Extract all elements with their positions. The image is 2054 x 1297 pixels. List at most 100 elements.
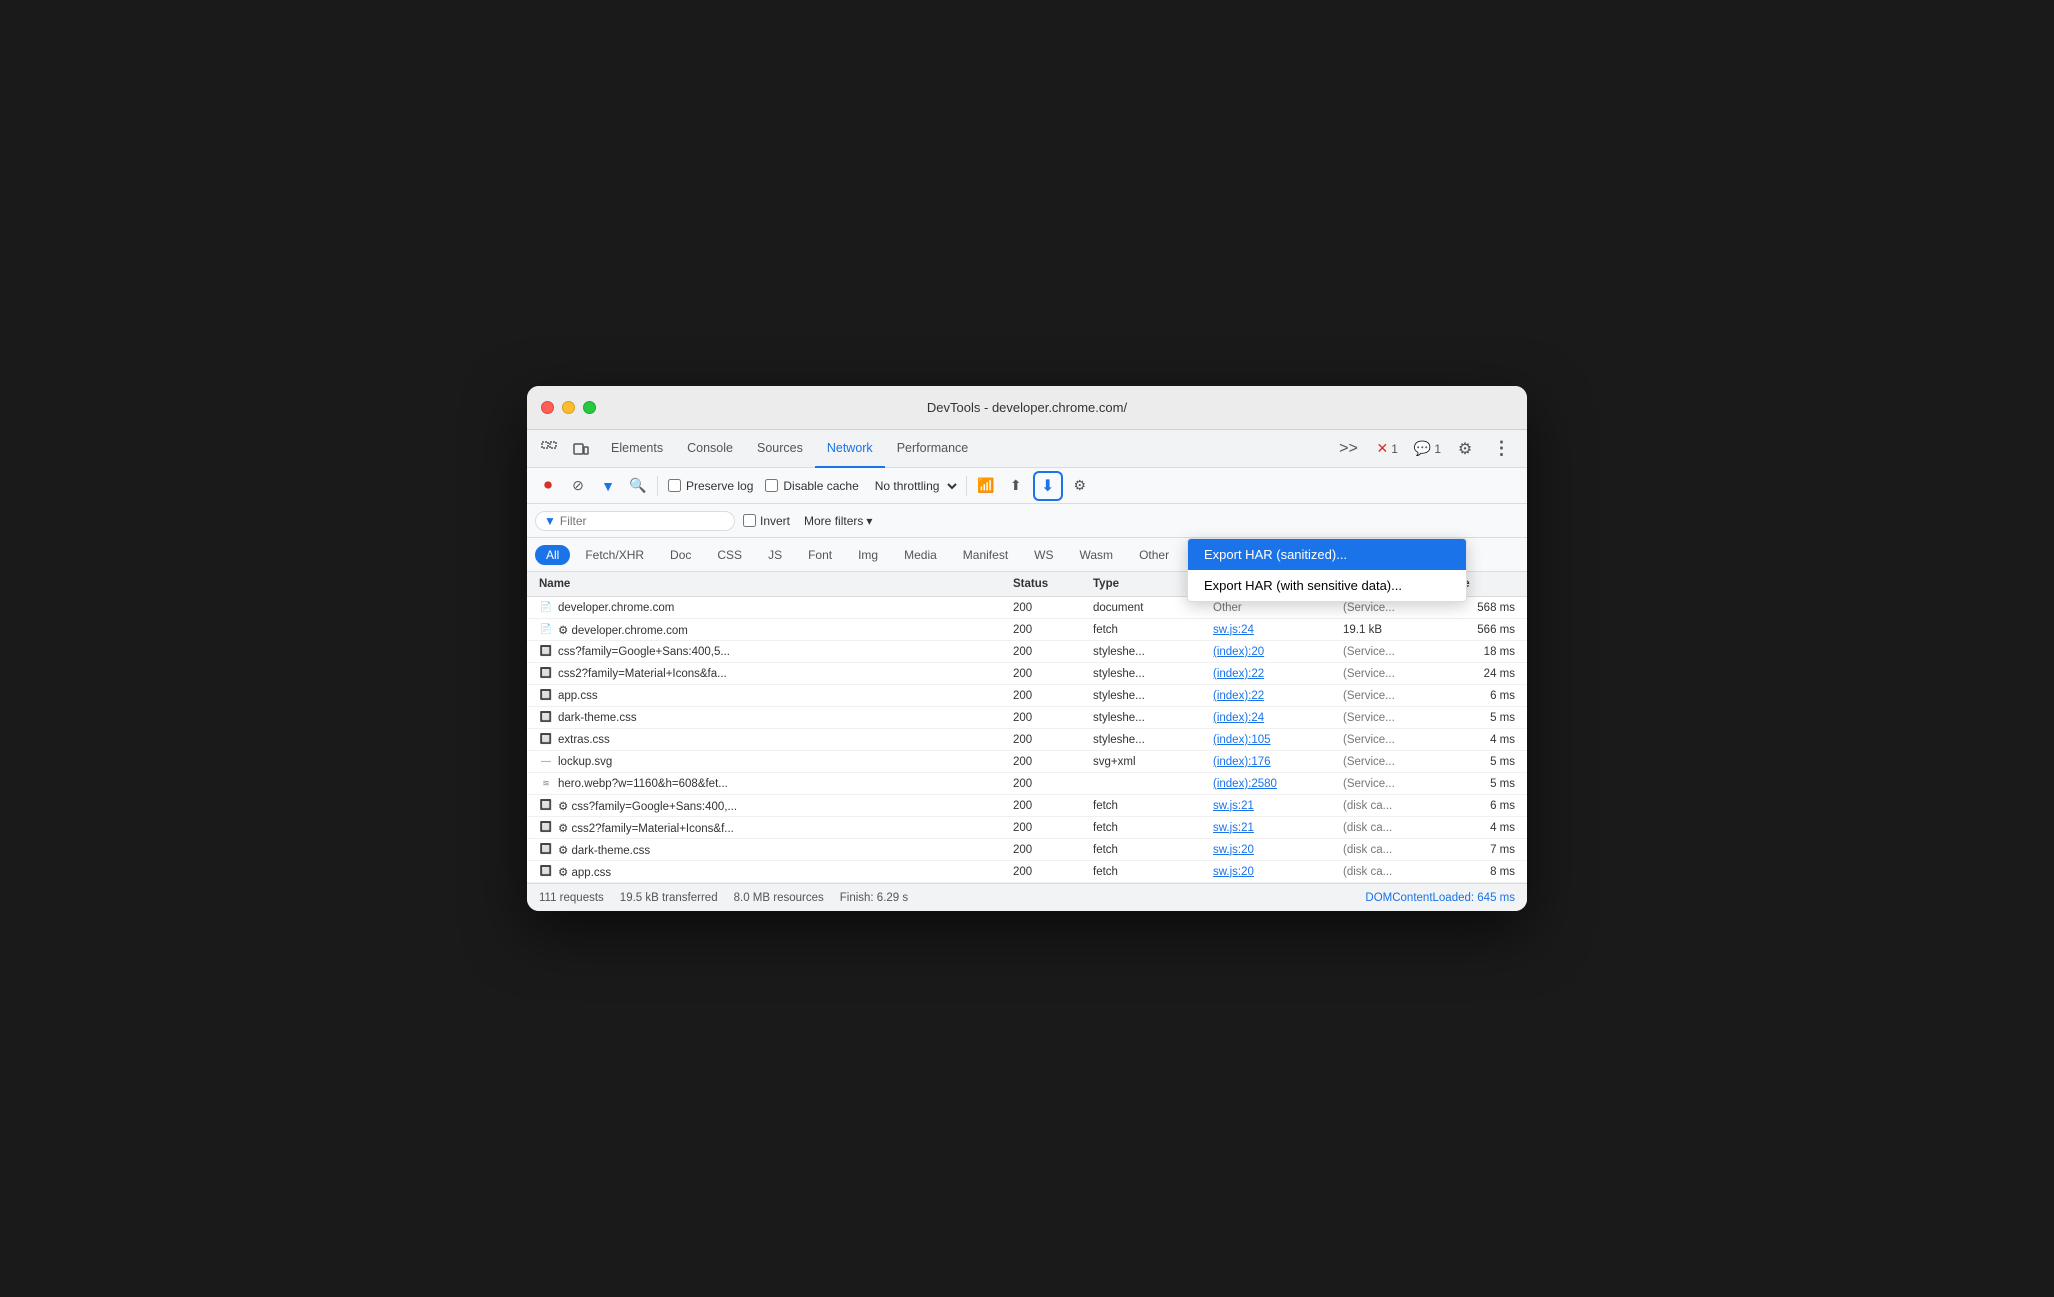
throttle-select[interactable]: No throttling xyxy=(867,476,960,496)
disable-cache-label[interactable]: Disable cache xyxy=(761,479,862,493)
close-button[interactable] xyxy=(541,401,554,414)
inspect-element-icon[interactable] xyxy=(535,435,563,463)
wifi-icon: 📶 xyxy=(977,477,994,494)
type-filter-js[interactable]: JS xyxy=(757,545,793,565)
network-settings-button[interactable]: ⚙ xyxy=(1067,473,1093,499)
table-row[interactable]: 🔲 extras.css 200 styleshe... (index):105… xyxy=(527,729,1527,751)
error-icon: ✕ xyxy=(1376,440,1388,457)
table-row[interactable]: 🔲 dark-theme.css 200 styleshe... (index)… xyxy=(527,707,1527,729)
row-initiator-7[interactable]: (index):176 xyxy=(1209,755,1339,769)
row-initiator-10[interactable]: sw.js:21 xyxy=(1209,821,1339,835)
more-options-button[interactable]: ⋮ xyxy=(1487,435,1515,463)
tab-console[interactable]: Console xyxy=(675,430,745,468)
more-filters-button[interactable]: More filters ▾ xyxy=(798,512,878,530)
row-initiator-8[interactable]: (index):2580 xyxy=(1209,777,1339,791)
wifi-icon-button[interactable]: 📶 xyxy=(973,473,999,499)
settings-icon-button[interactable]: ⚙ xyxy=(1451,435,1479,463)
row-time-8: 5 ms xyxy=(1439,777,1519,791)
css-icon: 🔲 xyxy=(539,689,553,703)
filter-input-container: ▼ xyxy=(535,511,735,531)
search-button[interactable]: 🔍 xyxy=(625,473,651,499)
type-filter-other[interactable]: Other xyxy=(1128,545,1180,565)
css-icon: 🔲 xyxy=(539,821,553,835)
row-initiator-6[interactable]: (index):105 xyxy=(1209,733,1339,747)
upload-button[interactable]: ⬆ xyxy=(1003,473,1029,499)
row-time-12: 8 ms xyxy=(1439,865,1519,879)
row-initiator-12[interactable]: sw.js:20 xyxy=(1209,865,1339,879)
search-icon: 🔍 xyxy=(629,477,646,494)
tab-sources[interactable]: Sources xyxy=(745,430,815,468)
export-har-sanitized-item[interactable]: Export HAR (sanitized)... xyxy=(1188,539,1466,570)
clear-icon: ⊘ xyxy=(572,477,584,494)
row-status-12: 200 xyxy=(1009,865,1089,879)
css-icon: 🔲 xyxy=(539,711,553,725)
record-stop-button[interactable]: ⏺ xyxy=(535,473,561,499)
row-initiator-4[interactable]: (index):22 xyxy=(1209,689,1339,703)
table-row[interactable]: ≋ hero.webp?w=1160&h=608&fet... 200 (ind… xyxy=(527,773,1527,795)
invert-checkbox[interactable] xyxy=(743,514,756,527)
row-initiator-0: Other xyxy=(1209,601,1339,615)
row-time-4: 6 ms xyxy=(1439,689,1519,703)
minimize-button[interactable] xyxy=(562,401,575,414)
row-initiator-9[interactable]: sw.js:21 xyxy=(1209,799,1339,813)
type-filter-ws[interactable]: WS xyxy=(1023,545,1064,565)
devtools-window: DevTools - developer.chrome.com/ Element… xyxy=(527,386,1527,911)
warn-badge-button[interactable]: 💬 1 xyxy=(1408,438,1447,459)
table-row[interactable]: 🔲 ⚙ css2?family=Material+Icons&f... 200 … xyxy=(527,817,1527,839)
table-row[interactable]: 📄 ⚙ developer.chrome.com 200 fetch sw.js… xyxy=(527,619,1527,641)
type-filter-css[interactable]: CSS xyxy=(706,545,753,565)
requests-count: 111 requests xyxy=(539,892,604,904)
row-initiator-3[interactable]: (index):22 xyxy=(1209,667,1339,681)
filter-input[interactable] xyxy=(560,514,700,528)
row-size-7: (Service... xyxy=(1339,755,1439,769)
table-row[interactable]: 🔲 ⚙ css?family=Google+Sans:400,... 200 f… xyxy=(527,795,1527,817)
row-size-10: (disk ca... xyxy=(1339,821,1439,835)
row-time-5: 5 ms xyxy=(1439,711,1519,725)
css-icon: 🔲 xyxy=(539,799,553,813)
row-name-0: 📄 developer.chrome.com xyxy=(535,600,1009,616)
tab-elements[interactable]: Elements xyxy=(599,430,675,468)
row-initiator-2[interactable]: (index):20 xyxy=(1209,645,1339,659)
row-initiator-11[interactable]: sw.js:20 xyxy=(1209,843,1339,857)
table-row[interactable]: 🔲 app.css 200 styleshe... (index):22 (Se… xyxy=(527,685,1527,707)
toolbar-separator-1 xyxy=(657,476,658,496)
filter-button[interactable]: ▼ xyxy=(595,473,621,499)
type-filter-media[interactable]: Media xyxy=(893,545,948,565)
table-row[interactable]: 🔲 css2?family=Material+Icons&fa... 200 s… xyxy=(527,663,1527,685)
more-tabs-button[interactable]: >> xyxy=(1334,435,1362,463)
finish-time: Finish: 6.29 s xyxy=(840,892,908,904)
tab-network[interactable]: Network xyxy=(815,430,885,468)
row-status-5: 200 xyxy=(1009,711,1089,725)
preserve-log-label[interactable]: Preserve log xyxy=(664,479,757,493)
type-filter-font[interactable]: Font xyxy=(797,545,843,565)
type-filter-img[interactable]: Img xyxy=(847,545,889,565)
traffic-lights xyxy=(541,401,596,414)
row-size-1: 19.1 kB xyxy=(1339,623,1439,637)
export-har-sensitive-item[interactable]: Export HAR (with sensitive data)... xyxy=(1188,570,1466,601)
preserve-log-checkbox[interactable] xyxy=(668,479,681,492)
invert-label[interactable]: Invert xyxy=(743,514,790,528)
download-har-button[interactable]: ⬇ xyxy=(1033,471,1063,501)
table-row[interactable]: 🔲 ⚙ dark-theme.css 200 fetch sw.js:20 (d… xyxy=(527,839,1527,861)
table-row[interactable]: 🔲 css?family=Google+Sans:400,5... 200 st… xyxy=(527,641,1527,663)
type-filter-all[interactable]: All xyxy=(535,545,570,565)
clear-button[interactable]: ⊘ xyxy=(565,473,591,499)
row-status-10: 200 xyxy=(1009,821,1089,835)
device-toolbar-icon[interactable] xyxy=(567,435,595,463)
disable-cache-checkbox[interactable] xyxy=(765,479,778,492)
type-filter-fetch-xhr[interactable]: Fetch/XHR xyxy=(574,545,655,565)
maximize-button[interactable] xyxy=(583,401,596,414)
row-time-9: 6 ms xyxy=(1439,799,1519,813)
col-name[interactable]: Name xyxy=(535,576,1009,592)
type-filter-wasm[interactable]: Wasm xyxy=(1069,545,1125,565)
type-filter-manifest[interactable]: Manifest xyxy=(952,545,1019,565)
type-filter-doc[interactable]: Doc xyxy=(659,545,702,565)
row-initiator-5[interactable]: (index):24 xyxy=(1209,711,1339,725)
css-icon: 🔲 xyxy=(539,865,553,879)
table-row[interactable]: — lockup.svg 200 svg+xml (index):176 (Se… xyxy=(527,751,1527,773)
table-row[interactable]: 🔲 ⚙ app.css 200 fetch sw.js:20 (disk ca.… xyxy=(527,861,1527,883)
col-status[interactable]: Status xyxy=(1009,576,1089,592)
row-initiator-1[interactable]: sw.js:24 xyxy=(1209,623,1339,637)
error-badge-button[interactable]: ✕ 1 xyxy=(1370,438,1403,459)
tab-performance[interactable]: Performance xyxy=(885,430,981,468)
